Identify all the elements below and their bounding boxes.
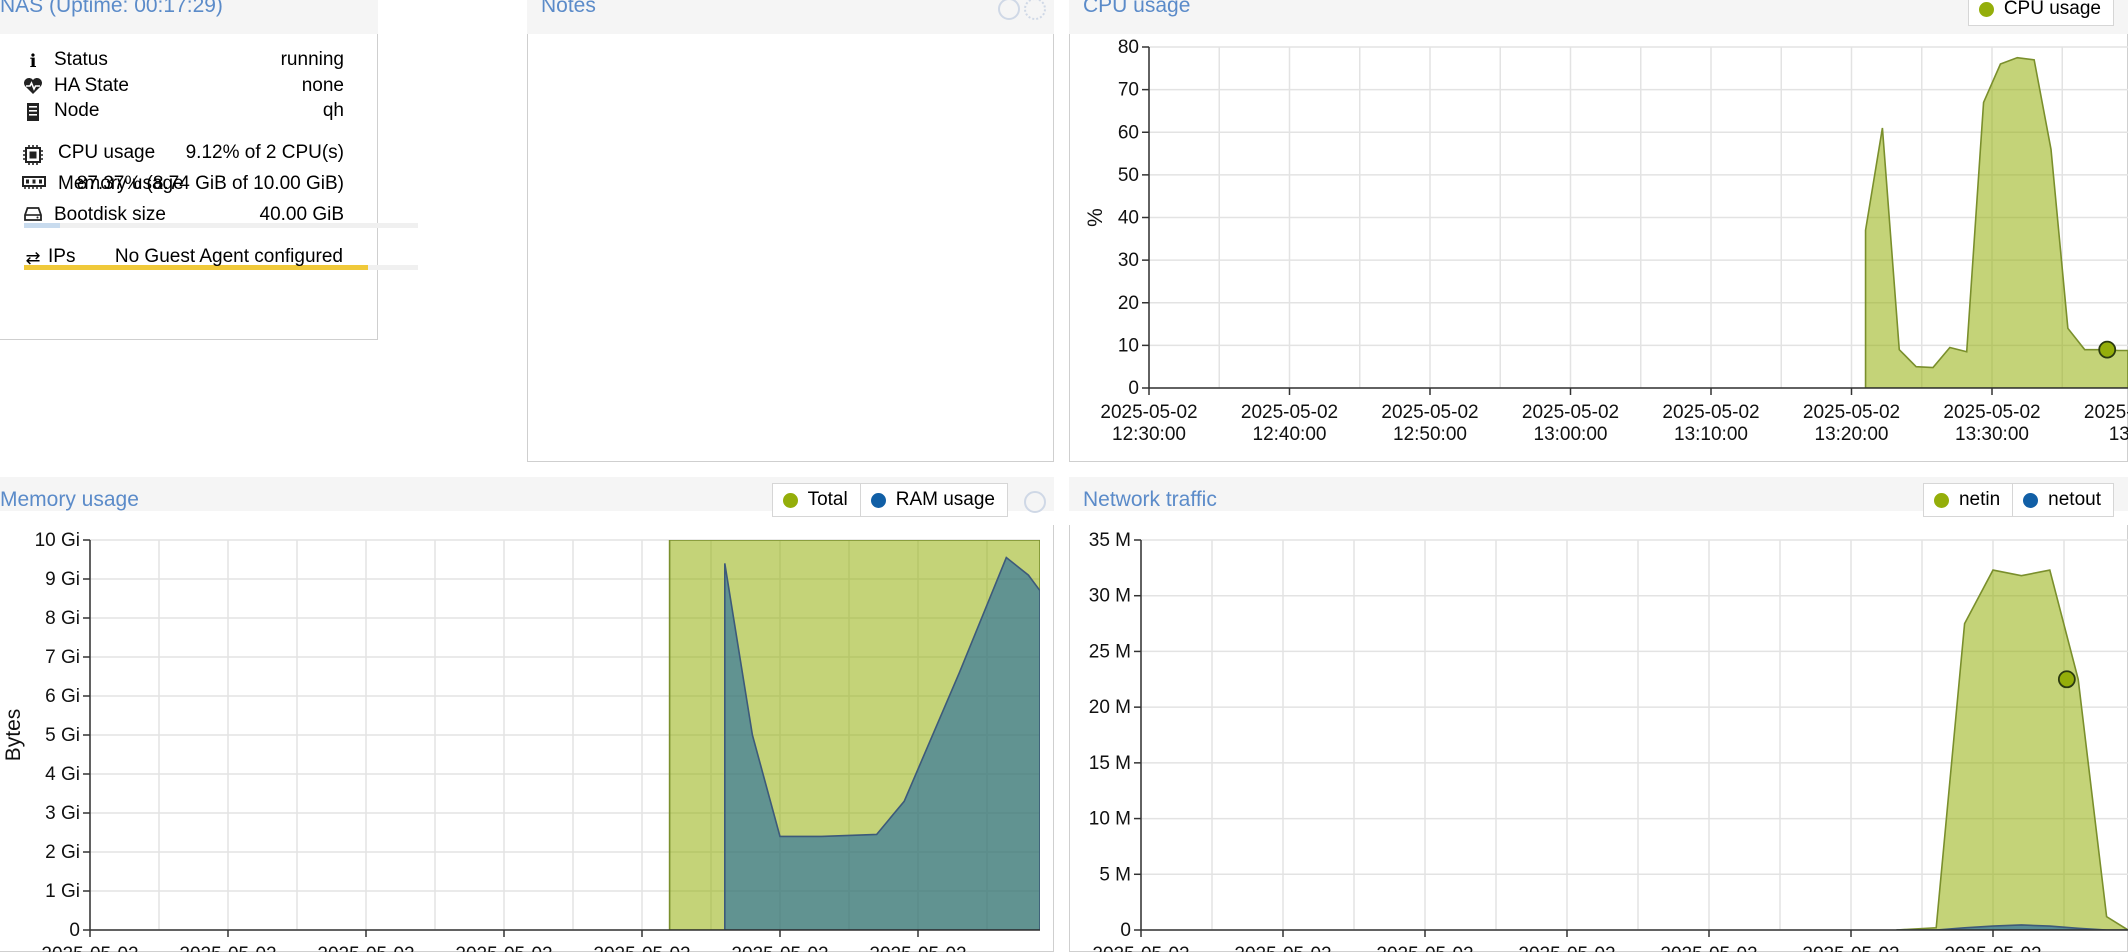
x-tick-label-date: 2025-05-02 <box>1518 944 1615 952</box>
y-tick-label: 15 M <box>1089 753 1131 774</box>
series-area-cpu-usage <box>1864 56 2128 388</box>
x-tick-label-date: 2025-05-02 <box>2084 402 2128 423</box>
y-tick-label: 1 Gi <box>45 881 80 902</box>
x-tick-label-date: 2025-05-02 <box>1234 944 1331 952</box>
cpu-title: CPU usage <box>1083 0 1191 17</box>
y-tick-label: 6 Gi <box>45 686 80 707</box>
x-tick-label-date: 2025-05-02 <box>455 944 552 952</box>
legend-label: CPU usage <box>2003 0 2101 19</box>
x-tick-label-date: 2025-05-02 <box>1803 402 1900 423</box>
network-traffic-panel: Network traffic netin netout 0 5 M 10 M 15 … <box>1069 477 2128 952</box>
y-tick-label: 30 <box>1118 250 1139 271</box>
y-tick-label: 7 Gi <box>45 647 80 668</box>
y-tick-label: 50 <box>1118 165 1139 186</box>
x-tick-label-date: 2025-05-02 <box>1100 402 1197 423</box>
x-tick-label-date: 2025-05-02 <box>179 944 276 952</box>
x-tick-label-time: 12:30:00 <box>1112 424 1186 445</box>
x-tick-label-date: 2025-05-02 <box>317 944 414 952</box>
y-tick-label: 0 <box>1120 920 1131 941</box>
y-tick-label: 35 M <box>1089 530 1131 551</box>
y-tick-label: 9 Gi <box>45 569 80 590</box>
legend-label: Total <box>807 489 848 510</box>
y-tick-label: 20 M <box>1089 697 1131 718</box>
y-tick-label: 3 Gi <box>45 803 80 824</box>
x-tick-label-date: 2025-05-02 <box>1522 402 1619 423</box>
x-tick-label-date: 2025-05-02 <box>1241 402 1338 423</box>
x-tick-label-time: 12:50:00 <box>1393 424 1467 445</box>
collapse-icon[interactable] <box>1024 491 1046 513</box>
y-tick-label: 25 M <box>1089 641 1131 662</box>
network-traffic-chart: 05 M10 M15 M20 M25 M30 M35 M2025-05-0212… <box>1089 530 2128 952</box>
x-tick-label-date: 2025-05-02 <box>1376 944 1473 952</box>
x-tick-label-time: 12:40:00 <box>1253 424 1327 445</box>
legend-dot <box>782 492 798 508</box>
memory-title: Memory usage <box>0 488 139 511</box>
x-tick-label-date: 2025-05-02 <box>593 944 690 952</box>
y-tick-label: 4 Gi <box>45 764 80 785</box>
cpu-usage-chart: 010203040506070802025-05-0212:30:002025-… <box>1084 37 2128 445</box>
y-tick-label: 20 <box>1118 293 1139 314</box>
notes-panel-frame: Notes <box>527 0 1054 462</box>
legend-label: RAM usage <box>895 489 995 510</box>
notes-body[interactable] <box>527 34 1054 462</box>
cpu-legend: CPU usage <box>1967 0 2114 26</box>
x-tick-label-date: 2025-05-02 <box>1943 402 2040 423</box>
y-tick-label: 2 Gi <box>45 842 80 863</box>
memory-legend: Total RAM usage <box>771 483 1008 517</box>
y-tick-label: 8 Gi <box>45 608 80 629</box>
x-tick-label-time: 13:30:00 <box>1955 424 2029 445</box>
dashboard: Notes CPU usage CPU usage 0 10 20 30 40 50 60 7… <box>0 0 2128 952</box>
x-tick-label-date: 2025-05-02 <box>1092 944 1189 952</box>
legend-dot <box>2023 492 2039 508</box>
y-tick-label: 30 M <box>1089 586 1131 607</box>
network-title: Network traffic <box>1083 488 1217 511</box>
hover-marker <box>2098 340 2117 359</box>
memory-usage-panel: Memory usage Total RAM usage 0 1 Gi 2 Gi 3 … <box>0 477 1054 952</box>
legend-item-netout[interactable]: netout <box>2013 484 2113 516</box>
x-tick-label-date: 2025-05-02 <box>1381 402 1478 423</box>
x-tick-label-date: 2025-05-02 <box>869 944 966 952</box>
legend-dot <box>870 492 886 508</box>
x-tick-label-time: 13:39 <box>2109 424 2128 445</box>
memory-usage-chart: 0 1 Gi 2 Gi 3 Gi 4 Gi 5 Gi 6 Gi 7 Gi 8 Gi 9 Gi 10 … <box>2 530 1040 952</box>
legend-item-total[interactable]: Total <box>773 484 861 516</box>
cpu-usage-panel: CPU usage CPU usage 0 10 20 30 40 50 60 70 80 202… <box>1069 0 2128 462</box>
y-tick-label: 60 <box>1118 122 1139 143</box>
x-tick-label-date: 2025-05-02 <box>1944 944 2041 952</box>
legend-dot <box>1978 1 1994 17</box>
y-tick-label: 5 M <box>1099 864 1131 885</box>
y-tick-label: 40 <box>1118 208 1139 229</box>
notes-title: Notes <box>541 0 596 17</box>
network-legend: netin netout <box>1922 483 2114 517</box>
legend-item-cpu-usage[interactable]: CPU usage <box>1969 0 2113 25</box>
y-tick-label: 10 M <box>1089 809 1131 830</box>
y-tick-label: 0 <box>1128 378 1139 399</box>
y-tick-label: 0 <box>69 920 80 941</box>
legend-item-ram-usage[interactable]: RAM usage <box>861 484 1007 516</box>
x-tick-label-date: 2025-05-02 <box>731 944 828 952</box>
hover-marker <box>2057 670 2076 689</box>
y-tick-label: 70 <box>1118 80 1139 101</box>
x-tick-label-date: 2025-05-02 <box>41 944 138 952</box>
y-tick-label: 5 Gi <box>45 725 80 746</box>
x-tick-label-date: 2025-05-02 <box>1802 944 1899 952</box>
y-tick-label: 80 <box>1118 37 1139 58</box>
x-tick-label-date: 2025-05-02 <box>1662 402 1759 423</box>
legend-label: netin <box>1958 489 2001 510</box>
x-tick-label-time: 13:20:00 <box>1815 424 1889 445</box>
series-area-netin <box>1896 569 2128 930</box>
y-axis-label: % <box>1084 208 1107 227</box>
notes-header <box>527 0 1054 34</box>
y-axis-label: Bytes <box>2 709 25 762</box>
legend-item-netin[interactable]: netin <box>1924 484 2014 516</box>
x-tick-label-time: 13:10:00 <box>1674 424 1748 445</box>
x-tick-label-date: 2025-05-02 <box>1660 944 1757 952</box>
y-tick-label: 10 <box>1118 335 1139 356</box>
y-tick-label: 10 Gi <box>35 530 80 551</box>
x-tick-label-time: 13:00:00 <box>1534 424 1608 445</box>
legend-label: netout <box>2048 489 2101 510</box>
legend-dot <box>1933 492 1949 508</box>
